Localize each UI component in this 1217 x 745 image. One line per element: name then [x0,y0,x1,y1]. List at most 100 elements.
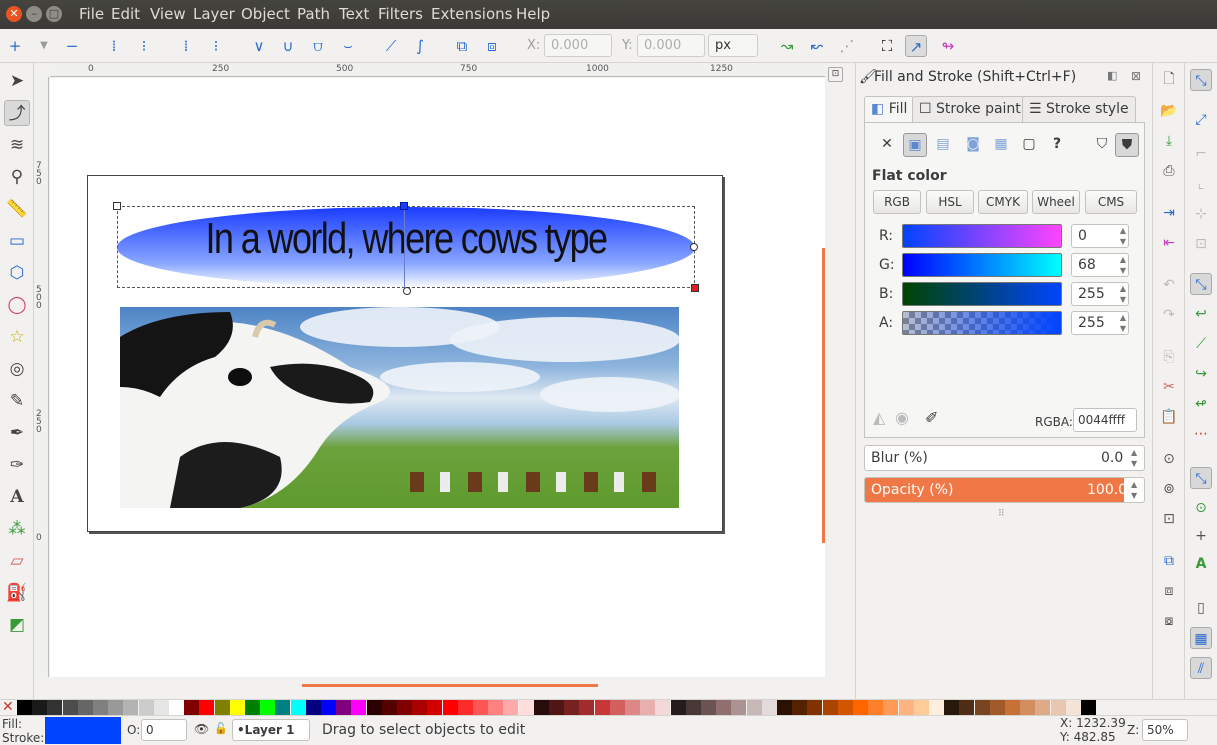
text-tool-icon[interactable]: A [4,484,30,510]
fill-rule-nonzero-icon[interactable]: ⛊ [1115,133,1139,157]
unset-paint-icon[interactable]: ? [1045,133,1069,157]
color-swatch[interactable] [275,700,291,715]
color-swatch[interactable] [412,700,428,715]
y-coordinate-field[interactable]: 0.000 [637,34,705,57]
color-swatch[interactable] [47,700,63,715]
color-swatch[interactable] [944,700,960,715]
opacity-status-field[interactable]: 0 [141,719,187,741]
spray-tool-icon[interactable]: ⁂ [4,516,30,542]
zoom-drawing-icon[interactable]: ⊚ [1158,478,1180,500]
color-swatch[interactable] [731,700,747,715]
snap-cusp-icon[interactable]: ↪ [1190,363,1212,385]
fill-rule-evenodd-icon[interactable]: ⛉ [1090,133,1114,157]
mask-icon[interactable]: ⋰ [836,35,858,57]
b-value-field[interactable]: 255 ▲ ▼ [1071,282,1129,306]
tweak-tool-icon[interactable]: ≋ [4,132,30,158]
color-swatch[interactable] [594,700,610,715]
node-handle-selected[interactable] [400,202,408,210]
pen-tool-icon[interactable]: ✒ [4,420,30,446]
color-swatch[interactable] [701,700,716,715]
visibility-icon[interactable]: 👁 [194,722,209,736]
spiral-tool-icon[interactable]: ◎ [4,356,30,382]
color-swatch[interactable] [1050,700,1066,715]
opacity-field[interactable]: Opacity (%) 100.0 ▲ ▼ [864,477,1145,503]
spin-down-icon[interactable]: ▼ [1120,237,1126,246]
lock-icon[interactable]: 🔓 [214,722,228,735]
drawing-canvas[interactable]: In a world, where cows type [50,78,825,677]
horizontal-scrollbar[interactable] [302,684,598,687]
vertical-scrollbar[interactable] [822,248,825,543]
snap-midpoint-icon[interactable]: ⋯ [1190,423,1212,445]
color-swatch[interactable] [214,700,230,715]
color-swatch[interactable] [397,700,412,715]
color-swatch[interactable] [549,700,564,715]
color-swatch[interactable] [138,700,154,715]
color-swatch[interactable] [716,700,732,715]
linear-gradient-icon[interactable]: ▤ [931,133,955,157]
color-swatch[interactable] [853,700,868,715]
unlink-clone-icon[interactable]: ⧇ [1158,610,1180,632]
mode-rgb-button[interactable]: RGB [873,190,921,214]
color-swatch[interactable] [17,700,32,715]
blur-field[interactable]: Blur (%) 0.0 ▲ ▼ [864,445,1145,471]
color-swatch[interactable] [442,700,458,715]
open-icon[interactable]: 📂 [1158,100,1180,122]
star-tool-icon[interactable]: ☆ [4,324,30,350]
snap-enable-icon[interactable]: ⤡ [1190,69,1212,91]
menu-file[interactable]: File [79,5,104,23]
paint-bucket-tool-icon[interactable]: ⛽ [4,580,30,606]
ellipse-tool-icon[interactable]: ◯ [4,292,30,318]
next-path-effect-icon[interactable]: ↝ [776,35,798,57]
g-value-field[interactable]: 68 ▲ ▼ [1071,253,1129,277]
break-path-icon[interactable]: ⁝ [133,35,155,57]
color-swatch[interactable] [777,700,792,715]
zoom-tool-icon[interactable]: ⚲ [4,164,30,190]
rgba-field[interactable]: 0044ffff [1073,408,1137,432]
mode-hsl-button[interactable]: HSL [926,190,974,214]
unit-select[interactable]: px [708,34,758,57]
zoom-field[interactable]: 50% [1142,719,1188,741]
color-swatch[interactable] [625,700,640,715]
pattern-icon[interactable]: ▢ [1017,133,1041,157]
flat-color-icon[interactable]: ▣ [903,133,927,157]
selector-tool-icon[interactable]: ➤ [4,68,30,94]
spin-up-icon[interactable]: ▲ [1131,448,1137,457]
no-paint-icon[interactable]: ✕ [875,133,899,157]
color-swatch[interactable] [488,700,504,715]
save-icon[interactable]: ⤓ [1158,130,1180,152]
color-swatch[interactable] [93,700,108,715]
spin-down-icon[interactable]: ▼ [1120,266,1126,275]
color-swatch[interactable] [807,700,823,715]
dock-resize-grip[interactable]: ⠿ [998,509,1005,519]
color-swatch[interactable] [290,700,306,715]
layer-select[interactable]: •Layer 1 [232,719,310,741]
color-swatch[interactable] [123,700,139,715]
color-swatch[interactable] [351,700,367,715]
cusp-node-icon[interactable]: ∨ [248,35,270,57]
color-swatch[interactable] [579,700,595,715]
eraser-tool-icon[interactable]: ▱ [4,548,30,574]
a-slider[interactable] [902,311,1062,335]
snap-text-baseline-icon[interactable]: A [1190,553,1212,575]
pencil-tool-icon[interactable]: ✎ [4,388,30,414]
color-swatch[interactable] [1035,700,1051,715]
snap-bbox-corner-icon[interactable]: ⌞ [1190,173,1212,195]
segment-curve-icon[interactable]: ∫ [409,35,431,57]
snap-bbox-icon[interactable]: ⤢ [1190,109,1212,131]
mesh-gradient-icon[interactable]: ▦ [989,133,1013,157]
zoom-page-icon[interactable]: ⊡ [1158,508,1180,530]
menu-edit[interactable]: Edit [111,5,140,23]
tab-stroke-style[interactable]: ☰ Stroke style [1022,96,1136,122]
rectangle-tool-icon[interactable]: ▭ [4,228,30,254]
spin-up-icon[interactable]: ▲ [1120,313,1126,322]
new-document-icon[interactable]: 🗋 [1158,68,1180,90]
insert-dropdown-icon[interactable]: ▼ [33,35,55,57]
menu-help[interactable]: Help [516,5,550,23]
snap-bbox-edge-icon[interactable]: ⌐ [1190,143,1212,165]
undo-icon[interactable]: ↶ [1158,274,1180,296]
menu-extensions[interactable]: Extensions [431,5,512,23]
show-outline-icon[interactable]: ↬ [937,35,959,57]
auto-smooth-node-icon[interactable]: ⌣ [337,35,359,57]
color-picker-icon[interactable]: ✐ [925,408,938,427]
color-swatch[interactable] [640,700,656,715]
